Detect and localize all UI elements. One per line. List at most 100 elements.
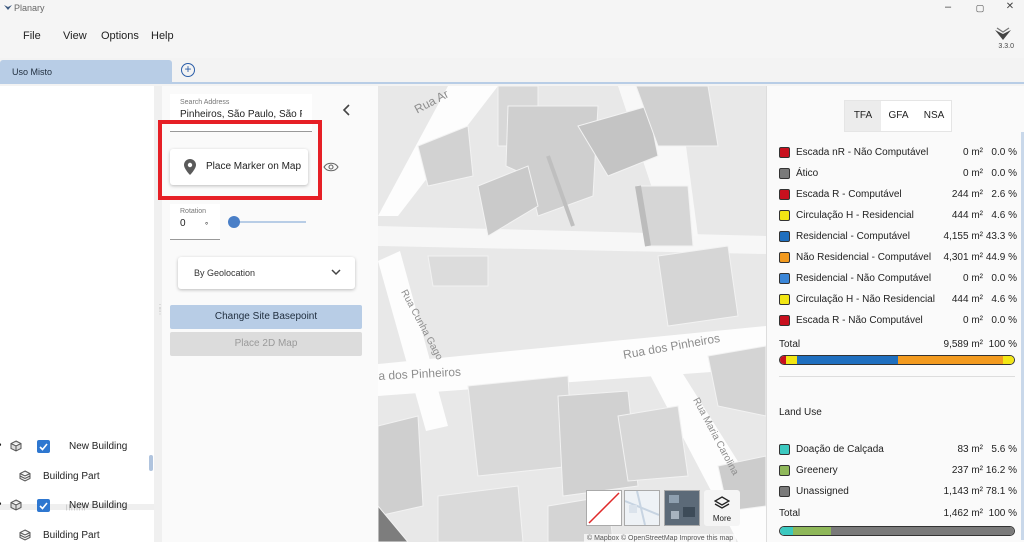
metrics-panel: TFA GFA NSA Escada nR - Não Computável 0 … [766,86,1024,542]
bar-segment [786,356,797,364]
tree-item-building-part[interactable]: Building Part [0,466,154,488]
more-layers-button[interactable]: More [704,490,740,526]
tree-scrollbar[interactable] [149,455,153,471]
color-swatch [779,231,790,242]
rotation-unit: ° [205,221,209,230]
row-name: Não Residencial - Computável [796,252,932,263]
building-part-icon [19,470,31,482]
map-attribution[interactable]: © Mapbox © OpenStreetMap Improve this ma… [584,534,737,542]
section-divider [779,376,1015,377]
add-tab-icon[interactable]: + [181,63,195,77]
program-distribution-bar [779,355,1015,365]
bar-segment [780,527,794,535]
geolocation-dropdown[interactable]: By Geolocation [178,257,355,289]
rotation-label: Rotation [180,208,207,215]
map-style-satellite-button[interactable] [664,490,700,526]
visibility-checkbox[interactable] [37,440,50,453]
rotation-slider-track[interactable] [234,221,306,223]
metric-tab-group: TFA GFA NSA [844,100,952,132]
tab-tfa[interactable]: TFA [845,101,881,131]
map-style-street-button[interactable] [624,490,660,526]
search-address-value[interactable]: Pinheiros, São Paulo, São P [180,109,302,120]
bar-segment [793,527,831,535]
row-name: Residencial - Computável [796,231,910,242]
total-label: Total [779,339,801,350]
bar-segment [1003,356,1014,364]
tree-item-label: New Building [69,500,128,511]
row-area: 83 m² [957,444,983,455]
maximize-button[interactable]: ▢ [970,3,990,14]
window-title: Planary [14,3,45,13]
project-tree-panel: |||||||| • New Building Building Part • … [0,86,154,542]
tab-gfa[interactable]: GFA [881,101,916,131]
tab-bar: Uso Misto + [0,58,1024,84]
color-swatch [779,444,790,455]
row-name: Ático [796,168,819,179]
row-area: 1,143 m² [943,486,983,497]
collapse-panel-icon[interactable] [340,103,354,117]
row-name: Escada R - Não Computável [796,315,923,326]
row-name: Circulação H - Não Residencial [796,294,935,305]
land-use-title: Land Use [779,407,822,418]
menu-bar: File View Options Help 3.3.0 [0,18,1024,58]
menu-view[interactable]: View [63,30,87,42]
land-use-distribution-bar [779,526,1015,536]
tree-item-label: Building Part [43,471,100,482]
row-percent: 4.6 % [991,210,1017,221]
program-row: Residencial - Não Computável 0 m² 0.0 % [779,269,1017,290]
row-area: 4,301 m² [943,252,983,263]
menu-file[interactable]: File [23,30,41,42]
menu-help[interactable]: Help [151,30,174,42]
program-row: Circulação H - Residencial 444 m² 4.6 % [779,206,1017,227]
visibility-eye-icon[interactable] [323,162,339,172]
geolocation-selected: By Geolocation [194,268,256,278]
color-swatch [779,147,790,158]
row-area: 0 m² [963,315,983,326]
program-row: Escada R - Computável 244 m² 2.6 % [779,185,1017,206]
minimize-button[interactable]: – [938,1,958,13]
total-area: 1,462 m² [943,508,983,519]
row-name: Doação de Calçada [796,444,884,455]
row-area: 0 m² [963,147,983,158]
tree-item-building[interactable]: • New Building [0,436,154,458]
row-area: 237 m² [951,465,983,476]
color-swatch [779,273,790,284]
program-row: Circulação H - Não Residencial 444 m² 4.6 … [779,290,1017,311]
rotation-field[interactable]: Rotation 0 ° [170,204,220,240]
map-style-none-button[interactable] [586,490,622,526]
color-swatch [779,465,790,476]
app-logo-icon [4,5,12,10]
color-swatch [779,252,790,263]
place-2d-map-button[interactable]: Place 2D Map [170,332,362,356]
row-area: 0 m² [963,168,983,179]
tree-item-building-part[interactable]: Building Part [0,525,154,542]
map-canvas[interactable] [378,86,766,542]
tab-nsa[interactable]: NSA [916,101,952,131]
menu-options[interactable]: Options [101,30,139,42]
tree-item-building[interactable]: • New Building [0,495,154,517]
tree-item-label: New Building [69,441,128,452]
close-button[interactable]: ✕ [1000,1,1020,12]
color-swatch [779,294,790,305]
building-cube-icon [10,440,22,452]
row-area: 0 m² [963,273,983,284]
land_use-row: Greenery 237 m² 16.2 % [779,461,1017,482]
color-swatch [779,210,790,221]
chevron-down-icon [331,269,341,276]
color-swatch [779,315,790,326]
row-area: 444 m² [951,210,983,221]
visibility-checkbox[interactable] [37,499,50,512]
bar-segment [831,527,1014,535]
row-percent: 0.0 % [991,168,1017,179]
total-label: Total [779,508,801,519]
color-swatch [779,168,790,179]
total-area: 9,589 m² [943,339,983,350]
change-site-basepoint-button[interactable]: Change Site Basepoint [170,305,362,329]
map-view[interactable]: Rua Ar Rua Cunha Gago Rua dos Pinheiros … [378,86,766,542]
rotation-slider-thumb[interactable] [228,216,240,228]
annotation-highlight-box [158,120,322,200]
row-area: 444 m² [951,294,983,305]
tab-uso-misto[interactable]: Uso Misto [0,60,172,84]
total-percent: 100 % [988,339,1017,350]
tree-item-label: Building Part [43,530,100,541]
